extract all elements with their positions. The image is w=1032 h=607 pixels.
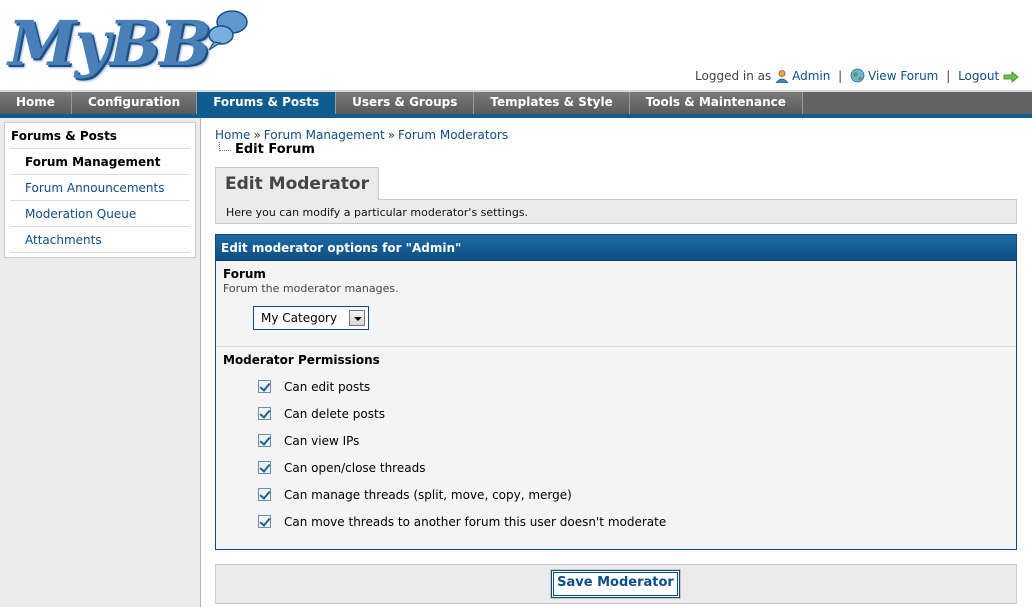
tab-label: Templates & Style: [490, 95, 613, 109]
tab-label: Users & Groups: [352, 95, 458, 109]
sidebar-item-attachments[interactable]: Attachments: [10, 227, 190, 253]
logged-in-label: Logged in as: [695, 69, 772, 83]
globe-icon: [850, 68, 865, 86]
breadcrumb-separator: »: [387, 128, 396, 142]
permission-label: Can view IPs: [284, 434, 360, 448]
permission-manage-threads[interactable]: Can manage threads (split, move, copy, m…: [258, 487, 572, 503]
mybb-logo[interactable]: MyBB: [8, 6, 248, 82]
breadcrumb-current: Edit Forum: [219, 142, 315, 157]
tab-label: Forums & Posts: [213, 95, 320, 109]
sidebar-item-forum-announcements[interactable]: Forum Announcements: [10, 175, 190, 201]
form-header: Edit moderator options for "Admin": [216, 235, 1016, 261]
form-submit-bar: Save Moderator: [215, 564, 1017, 604]
username-link[interactable]: Admin: [792, 69, 830, 83]
permissions-row: Moderator Permissions Can edit posts Can…: [216, 347, 1016, 549]
forum-select[interactable]: My Category: [253, 306, 369, 330]
breadcrumb: Home» Forum Management» Forum Moderators: [215, 128, 508, 142]
permission-label: Can manage threads (split, move, copy, m…: [284, 488, 572, 502]
forum-hint: Forum the moderator manages.: [223, 282, 399, 295]
permission-label: Can edit posts: [284, 380, 371, 394]
forum-label: Forum: [223, 267, 266, 281]
tab-home[interactable]: Home: [0, 92, 72, 114]
permissions-label: Moderator Permissions: [223, 353, 380, 367]
forum-row: Forum Forum the moderator manages. My Ca…: [216, 261, 1016, 347]
permission-delete-posts[interactable]: Can delete posts: [258, 406, 385, 422]
breadcrumb-forum-moderators[interactable]: Forum Moderators: [398, 128, 508, 142]
logo-text: MyBB: [8, 7, 211, 80]
checkbox[interactable]: [258, 434, 271, 447]
checkbox[interactable]: [258, 380, 271, 393]
separator: |: [838, 69, 843, 83]
checkbox[interactable]: [258, 407, 271, 420]
breadcrumb-current-label: Edit Forum: [235, 142, 315, 157]
tab-label: Home: [16, 95, 55, 109]
permission-label: Can delete posts: [284, 407, 385, 421]
logout-arrow-icon: [1003, 71, 1019, 86]
permission-label: Can open/close threads: [284, 461, 426, 475]
chevron-down-icon[interactable]: [349, 310, 365, 326]
main-menu: Home Configuration Forums & Posts Users …: [0, 92, 1032, 118]
sidebar-item-forum-management[interactable]: Forum Management: [10, 149, 190, 175]
tab-forums-posts[interactable]: Forums & Posts: [197, 92, 337, 114]
breadcrumb-forum-management[interactable]: Forum Management: [264, 128, 385, 142]
checkbox[interactable]: [258, 488, 271, 501]
permission-edit-posts[interactable]: Can edit posts: [258, 379, 370, 395]
user-icon: [775, 69, 789, 86]
page-description: Here you can modify a particular moderat…: [215, 199, 1017, 224]
checkbox[interactable]: [258, 515, 271, 528]
header: MyBB Logged in as Admin | View Forum | L…: [0, 0, 1032, 92]
checkbox[interactable]: [258, 461, 271, 474]
sidebar-title: Forums & Posts: [10, 126, 190, 149]
speech-bubble-icon: [208, 10, 248, 51]
permission-view-ips[interactable]: Can view IPs: [258, 433, 359, 449]
view-forum-link[interactable]: View Forum: [868, 69, 938, 83]
breadcrumb-home[interactable]: Home: [215, 128, 250, 142]
page-title: Edit Moderator: [215, 167, 379, 200]
sidebar-item-moderation-queue[interactable]: Moderation Queue: [10, 201, 190, 227]
sidebar: Forums & Posts Forum Management Forum An…: [0, 118, 201, 607]
tree-connector: [219, 142, 231, 151]
permission-move-threads[interactable]: Can move threads to another forum this u…: [258, 514, 666, 530]
forum-select-value: My Category: [261, 311, 338, 325]
tab-label: Tools & Maintenance: [645, 95, 786, 109]
permission-open-close-threads[interactable]: Can open/close threads: [258, 460, 425, 476]
logout-link[interactable]: Logout: [958, 69, 999, 83]
tab-users-groups[interactable]: Users & Groups: [336, 92, 475, 114]
sidebar-nav: Forums & Posts Forum Management Forum An…: [4, 122, 196, 258]
separator: |: [946, 69, 951, 83]
tab-templates-style[interactable]: Templates & Style: [474, 92, 630, 114]
tab-configuration[interactable]: Configuration: [71, 92, 198, 114]
user-bar: Logged in as Admin | View Forum | Logout: [695, 68, 1022, 86]
save-moderator-button[interactable]: Save Moderator: [550, 569, 681, 599]
tab-tools-maintenance[interactable]: Tools & Maintenance: [629, 92, 803, 114]
permission-label: Can move threads to another forum this u…: [284, 515, 667, 529]
moderator-form: Edit moderator options for "Admin" Forum…: [215, 234, 1017, 550]
breadcrumb-separator: »: [253, 128, 261, 142]
tab-label: Configuration: [87, 95, 181, 109]
